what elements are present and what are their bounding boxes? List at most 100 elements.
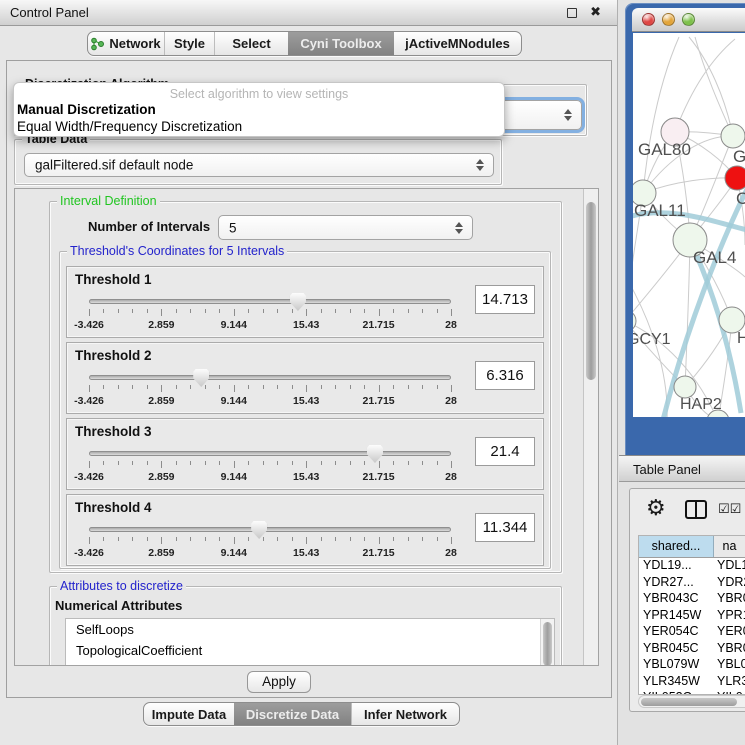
threshold-slider[interactable]: -3.4262.8599.14415.4321.71528 [89,369,451,409]
attribute-item[interactable]: SelfLoops [66,619,554,640]
tab-impute-data[interactable]: Impute Data [144,703,234,725]
column-header-name[interactable]: na [714,536,745,557]
list-scrollbar-thumb[interactable] [543,622,552,666]
slider-track[interactable] [89,527,451,532]
slider-tick [437,461,438,465]
attribute-item[interactable]: TopologicalCoefficient [66,640,554,661]
network-node-hap2[interactable] [674,376,696,398]
tab-style[interactable]: Style [164,32,214,55]
node-table-header: shared... na [639,536,745,558]
network-edge[interactable] [633,279,667,417]
threshold-value-field[interactable]: 14.713 [475,285,535,314]
threshold-value-field[interactable]: 6.316 [475,361,535,390]
table-row[interactable]: YBL079WYBL0 [639,657,745,674]
cell-name: YBR0 [714,641,745,658]
slider-tick [408,537,409,541]
slider-tick [263,309,264,313]
slider-tick-label: -3.426 [74,319,104,331]
cyni-toolbox-panel: Discretization Algorithm Table Data galF… [6,60,612,698]
network-node-label: GCY1 [633,331,671,348]
table-row[interactable]: YER054CYER0 [639,624,745,641]
network-edge[interactable] [643,178,737,193]
slider-thumb[interactable] [367,445,383,463]
settings-scrollbar[interactable] [583,189,598,665]
minimize-traffic-light-icon[interactable] [662,13,675,26]
slider-tick [277,461,278,465]
threshold-slider[interactable]: -3.4262.8599.14415.4321.71528 [89,521,451,561]
slider-tick [205,385,206,389]
table-data-combobox[interactable]: galFiltered.sif default node [24,153,494,177]
column-header-shared-name[interactable]: shared... [639,536,714,557]
slider-tick [234,461,235,468]
slider-tick-label: 15.43 [293,547,319,559]
network-window-titlebar[interactable] [632,8,745,32]
table-row[interactable]: YBR043CYBR0 [639,591,745,608]
tab-select[interactable]: Select [214,32,288,55]
threshold-slider[interactable]: -3.4262.8599.14415.4321.71528 [89,445,451,485]
slider-track[interactable] [89,299,451,304]
slider-tick-label: 15.43 [293,319,319,331]
maximize-traffic-light-icon[interactable] [682,13,695,26]
slider-thumb[interactable] [251,521,267,539]
table-row[interactable]: YDL19...YDL1 [639,558,745,575]
threshold-slider[interactable]: -3.4262.8599.14415.4321.71528 [89,293,451,333]
popup-item-equal-width-frequency[interactable]: Equal Width/Frequency Discretization [14,118,504,135]
tab-infer-network[interactable]: Infer Network [351,703,459,725]
tab-discretize-data[interactable]: Discretize Data [234,703,351,725]
close-icon[interactable]: ✖ [590,4,601,20]
slider-tick [379,537,380,544]
threshold-label: Threshold 4 [75,500,152,515]
network-edge[interactable] [685,240,690,387]
slider-tick [364,385,365,389]
table-row[interactable]: YDR27...YDR2 [639,575,745,592]
group-title: Threshold's Coordinates for 5 Intervals [67,244,287,258]
slider-tick [176,385,177,389]
cell-name: YDL1 [714,558,745,575]
numerical-attributes-label: Numerical Attributes [55,598,182,613]
slider-track[interactable] [89,451,451,456]
attribute-item[interactable]: BetweennessCentrality [66,661,554,666]
list-scrollbar[interactable] [540,619,554,666]
tab-cyni-toolbox[interactable]: Cyni Toolbox [288,32,394,55]
slider-tick [263,461,264,465]
tab-network[interactable]: Network [88,32,164,55]
numerical-attributes-list[interactable]: SelfLoopsTopologicalCoefficientBetweenne… [65,618,555,666]
threshold-value-field[interactable]: 21.4 [475,437,535,466]
slider-track[interactable] [89,375,451,380]
table-hscrollbar-thumb[interactable] [641,698,737,706]
network-canvas[interactable]: GAL80GACGAL11GAL4GCY1HHAP2 [633,33,745,417]
network-edge[interactable] [643,37,679,193]
network-node-c[interactable] [725,166,745,190]
threshold-value-field[interactable]: 11.344 [475,513,535,542]
network-node-gcy1[interactable] [633,310,636,332]
group-title: Interval Definition [57,194,160,208]
num-intervals-combobox[interactable]: 5 [218,215,473,240]
select-columns-checks-icon[interactable]: ☑☑ [718,501,741,517]
close-traffic-light-icon[interactable] [642,13,655,26]
network-edge[interactable] [695,37,733,136]
network-icon [91,37,104,51]
interval-definition-group: Interval Definition Number of Intervals … [49,201,562,573]
slider-tick [176,537,177,541]
group-title: Attributes to discretize [57,579,186,593]
apply-button[interactable]: Apply [247,671,311,693]
table-row[interactable]: YBR045CYBR0 [639,641,745,658]
network-edge[interactable] [675,39,735,132]
slider-tick [248,461,249,465]
tab-jactivemnodules[interactable]: jActiveMNodules [394,32,521,55]
network-window[interactable]: GAL80GACGAL11GAL4GCY1HHAP2 [625,3,745,455]
popup-item-manual-discretization[interactable]: Manual Discretization [14,101,504,118]
gear-icon[interactable]: ⚙ [646,497,666,519]
network-node-ga[interactable] [721,124,745,148]
table-hscrollbar[interactable] [638,695,745,708]
slider-tick [306,461,307,468]
settings-scrollbar-thumb[interactable] [586,202,596,380]
slider-thumb[interactable] [193,369,209,387]
slider-tick [393,385,394,389]
show-columns-icon[interactable] [685,500,707,519]
float-window-icon[interactable] [567,8,577,18]
slider-tick [451,309,452,316]
table-row[interactable]: YPR145WYPR1 [639,608,745,625]
threshold-panel-3: Threshold 3 -3.4262.8599.14415.4321.7152… [66,418,544,490]
table-row[interactable]: YLR345WYLR3 [639,674,745,691]
